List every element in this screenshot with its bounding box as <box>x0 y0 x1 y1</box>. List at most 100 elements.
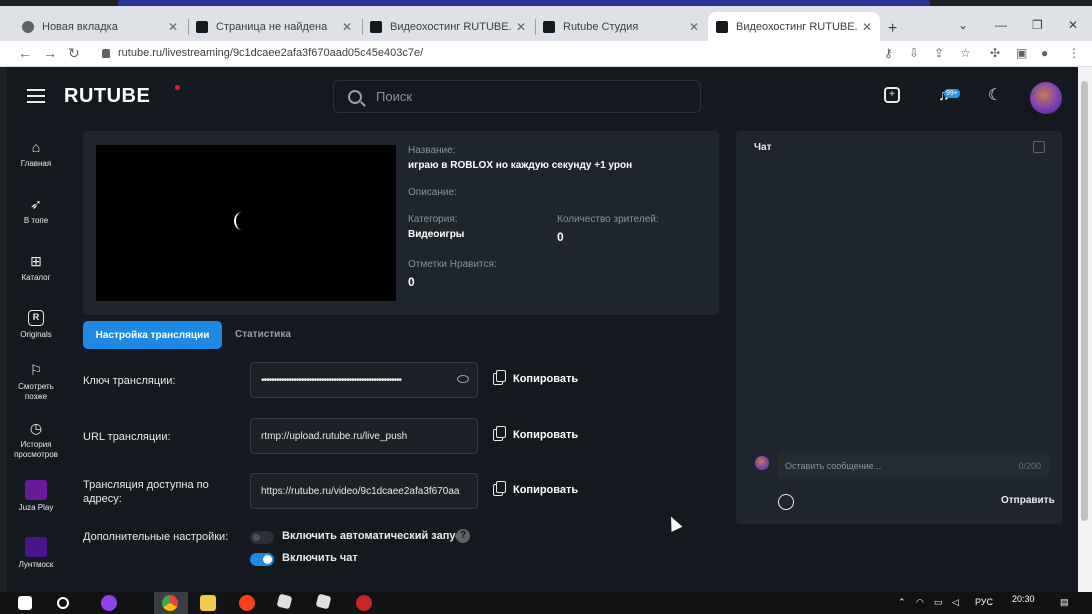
chat-message-input[interactable] <box>785 460 1019 471</box>
help-icon[interactable]: ? <box>456 529 470 543</box>
new-tab-icon[interactable]: + <box>888 20 897 38</box>
user-avatar[interactable] <box>1030 82 1062 114</box>
url-field[interactable]: rutube.ru/livestreaming/9c1dcaee2afa3f67… <box>102 47 423 59</box>
maximize-icon[interactable]: ❐ <box>1032 18 1043 32</box>
logo[interactable]: RUTUBE <box>64 85 150 108</box>
copy-address-button[interactable]: Копировать <box>493 481 578 496</box>
alice-icon[interactable] <box>101 595 117 611</box>
extensions-icon[interactable]: ✣ <box>990 46 1000 60</box>
sidebar-item-watch-later[interactable]: ⚐ Смотреть позже <box>7 362 65 402</box>
yandex-icon[interactable] <box>239 595 255 611</box>
rutube-app: RUTUBE + ♫ 99+ ☾ ⌂ Главная ➶ В топе ⊞ Ка… <box>7 67 1085 592</box>
explorer-icon[interactable] <box>200 595 216 611</box>
stream-key-label: Ключ трансляции: <box>83 375 176 387</box>
originals-icon: R <box>28 310 44 326</box>
copy-icon <box>493 426 506 441</box>
emoji-icon[interactable] <box>778 494 794 510</box>
volume-icon[interactable]: ◁ <box>952 597 959 608</box>
sidebar-item-catalog[interactable]: ⊞ Каталог <box>7 253 65 283</box>
chrome-icon[interactable] <box>162 595 178 611</box>
tray-chevron-icon[interactable]: ⌃ <box>898 597 906 608</box>
language-indicator[interactable]: РУС <box>975 597 993 607</box>
loading-spinner <box>234 212 250 230</box>
forward-icon[interactable]: → <box>43 45 57 61</box>
sidepanel-icon[interactable]: ▣ <box>1016 46 1027 60</box>
extra-settings-label: Дополнительные настройки: <box>83 531 229 543</box>
bookmark-icon: ⚐ <box>29 362 43 378</box>
battery-icon[interactable]: ▭ <box>934 597 943 608</box>
stream-address-label: Трансляция доступна по адресу: <box>83 479 209 505</box>
sidebar-item-channel[interactable]: Лунтмоск <box>7 537 65 570</box>
back-icon[interactable]: ← <box>18 45 32 61</box>
sidebar-item-channel[interactable]: Juza Play <box>7 480 65 513</box>
copy-icon <box>493 481 506 496</box>
close-icon[interactable]: ✕ <box>168 20 178 34</box>
sidebar-item-history[interactable]: ◷ История просмотров <box>7 420 65 460</box>
minimize-icon[interactable]: — <box>995 18 1007 32</box>
copy-icon <box>493 370 506 385</box>
rutube-icon <box>196 20 208 33</box>
viewers-label: Количество зрителей: <box>557 214 659 225</box>
sidebar-item-top[interactable]: ➶ В топе <box>7 196 65 226</box>
stream-address-field[interactable]: https://rutube.ru/video/9c1dcaee2afa3f67… <box>250 473 478 509</box>
copy-url-button[interactable]: Копировать <box>493 426 578 441</box>
sidebar-item-home[interactable]: ⌂ Главная <box>7 139 65 169</box>
copy-key-button[interactable]: Копировать <box>493 370 578 385</box>
address-bar: ← → ↻ rutube.ru/livestreaming/9c1dcaee2a… <box>0 41 1092 67</box>
browser-tab[interactable]: Видеохостинг RUTUBE. Смо ✕ <box>362 12 534 41</box>
tab-search-icon[interactable]: ⌄ <box>958 18 968 32</box>
close-icon[interactable]: ✕ <box>342 20 352 34</box>
roblox-studio-icon[interactable] <box>315 593 332 610</box>
stream-url-field[interactable]: rtmp://upload.rutube.ru/live_push <box>250 418 478 454</box>
likes-label: Отметки Нравится: <box>408 259 497 270</box>
autostart-label: Включить автоматический запуск <box>282 530 467 542</box>
history-icon: ◷ <box>29 420 43 436</box>
chat-user-avatar <box>755 456 769 470</box>
likes-value: 0 <box>408 275 415 289</box>
chat-input-box[interactable]: 0/200 <box>777 452 1049 479</box>
recorder-icon[interactable] <box>356 595 372 611</box>
autostart-toggle[interactable] <box>250 531 274 544</box>
browser-tab[interactable]: Страница не найдена ✕ <box>188 12 360 41</box>
sidebar-item-originals[interactable]: R Originals <box>7 310 65 340</box>
close-icon[interactable]: ✕ <box>689 20 699 34</box>
upload-icon[interactable]: + <box>884 87 900 103</box>
tab-settings[interactable]: Настройка трансляции <box>83 321 222 349</box>
notification-badge: 99+ <box>944 89 960 98</box>
close-icon[interactable]: ✕ <box>516 20 526 34</box>
moon-icon[interactable]: ☾ <box>986 87 1004 105</box>
close-window-icon[interactable]: ✕ <box>1068 18 1078 32</box>
bookmark-star-icon[interactable]: ☆ <box>960 46 971 60</box>
browser-tab[interactable]: Rutube Студия ✕ <box>535 12 707 41</box>
install-icon[interactable]: ⇩ <box>909 46 919 60</box>
search-input[interactable] <box>376 89 676 104</box>
chat-toggle[interactable] <box>250 553 274 566</box>
share-icon[interactable]: ⇪ <box>934 46 944 60</box>
profile-icon[interactable]: ● <box>1041 46 1048 60</box>
menu-burger-icon[interactable] <box>27 89 45 103</box>
send-button[interactable]: Отправить <box>1001 495 1055 506</box>
scrollbar-thumb[interactable] <box>1081 81 1088 521</box>
stream-key-field[interactable]: ••••••••••••••••••••••••••••••••••••••••… <box>250 362 478 398</box>
tab-statistics[interactable]: Статистика <box>235 329 291 340</box>
windows-start-icon[interactable] <box>18 596 32 610</box>
search-box[interactable] <box>333 80 701 113</box>
channel-avatar <box>25 480 47 500</box>
popout-icon[interactable] <box>1033 141 1045 153</box>
network-icon[interactable]: ◠ <box>916 597 924 608</box>
rutube-icon <box>543 20 555 33</box>
close-icon[interactable]: ✕ <box>862 20 872 34</box>
eye-icon[interactable] <box>457 375 469 383</box>
search-icon[interactable] <box>57 597 69 609</box>
roblox-icon[interactable] <box>276 593 293 610</box>
browser-tab[interactable]: Новая вкладка ✕ <box>14 12 186 41</box>
scrollbar[interactable] <box>1078 67 1092 592</box>
browser-tab-active[interactable]: Видеохостинг RUTUBE. Смо ✕ <box>708 12 880 41</box>
clock[interactable]: 20:30 <box>1012 594 1035 604</box>
menu-icon[interactable]: ⋮ <box>1068 46 1080 60</box>
chrome-icon <box>22 20 34 33</box>
reload-icon[interactable]: ↻ <box>68 45 80 62</box>
key-icon[interactable]: ⚷ <box>884 46 893 60</box>
notifications-icon[interactable]: ▤ <box>1060 597 1069 608</box>
stream-name-value: играю в ROBLOX но каждую секунду +1 урон <box>408 160 633 171</box>
